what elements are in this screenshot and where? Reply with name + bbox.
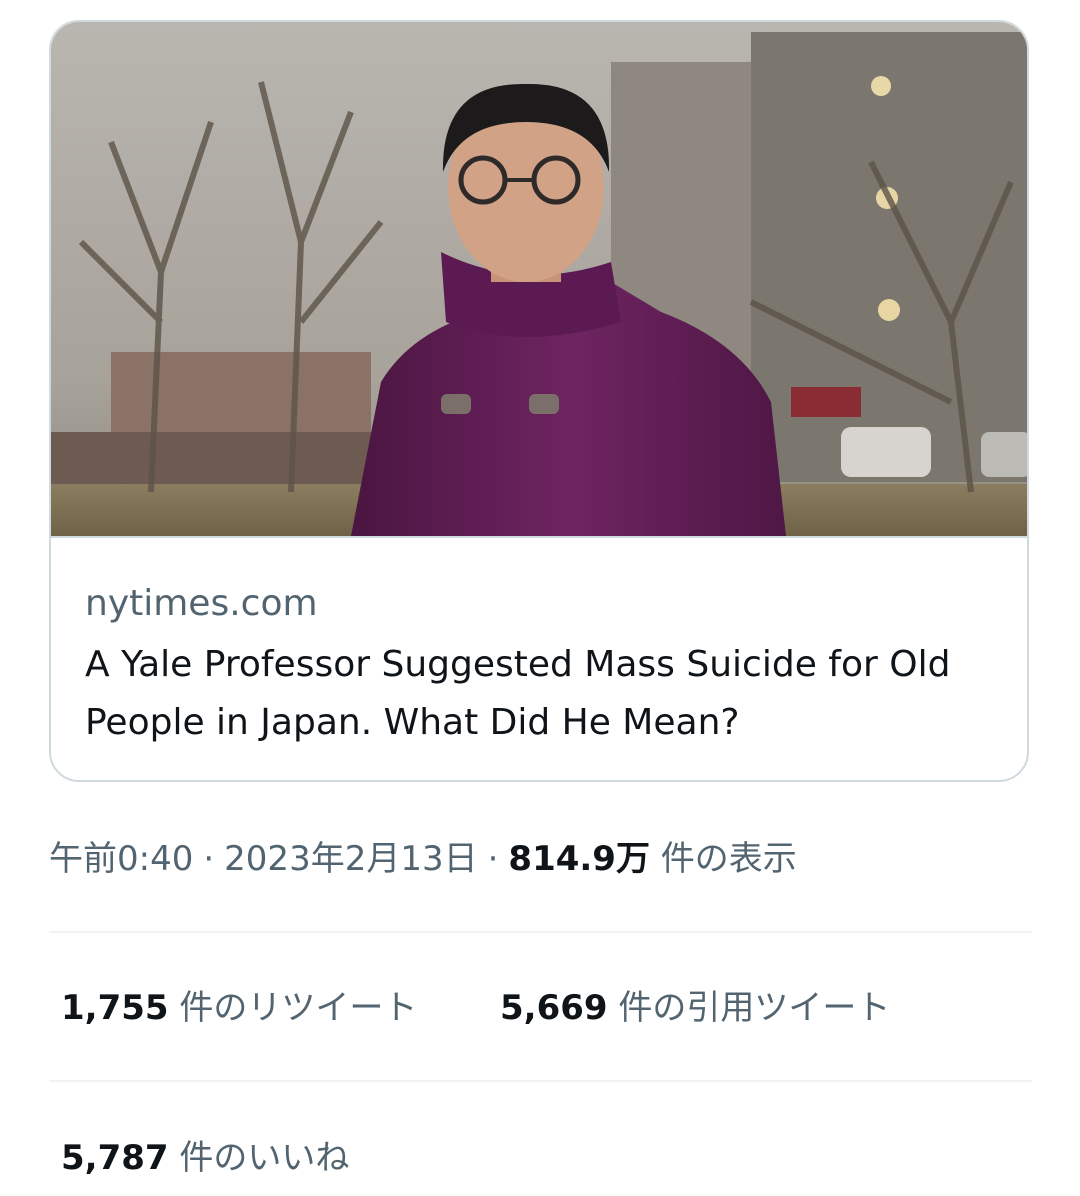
tweet-date[interactable]: 2023年2月13日 (224, 839, 477, 879)
meta-separator: · (203, 839, 215, 879)
retweets-stat[interactable]: 1,755 件のリツイート (61, 983, 417, 1033)
retweets-count: 1,755 (61, 988, 169, 1028)
divider (49, 1080, 1032, 1082)
link-domain: nytimes.com (85, 583, 318, 624)
views-label: 件の表示 (660, 839, 797, 879)
tweet-meta: 午前0:40 · 2023年2月13日 · 814.9万 件の表示 (49, 834, 797, 884)
quotes-count: 5,669 (500, 988, 608, 1028)
quote-tweets-stat[interactable]: 5,669 件の引用ツイート (500, 983, 890, 1033)
likes-label: 件のいいね (179, 1138, 350, 1178)
quotes-label: 件の引用ツイート (618, 988, 891, 1028)
retweets-label: 件のリツイート (179, 988, 418, 1028)
link-title: A Yale Professor Suggested Mass Suicide … (85, 644, 951, 743)
divider (49, 931, 1032, 933)
article-thumbnail-image[interactable] (51, 22, 1029, 536)
meta-separator: · (487, 839, 499, 879)
likes-stat[interactable]: 5,787 件のいいね (61, 1133, 349, 1183)
views-count: 814.9万 (508, 839, 650, 879)
card-divider (51, 536, 1027, 538)
likes-count: 5,787 (61, 1138, 169, 1178)
link-preview-card[interactable]: nytimes.com A Yale Professor Suggested M… (49, 20, 1029, 782)
tweet-time[interactable]: 午前0:40 (49, 839, 193, 879)
